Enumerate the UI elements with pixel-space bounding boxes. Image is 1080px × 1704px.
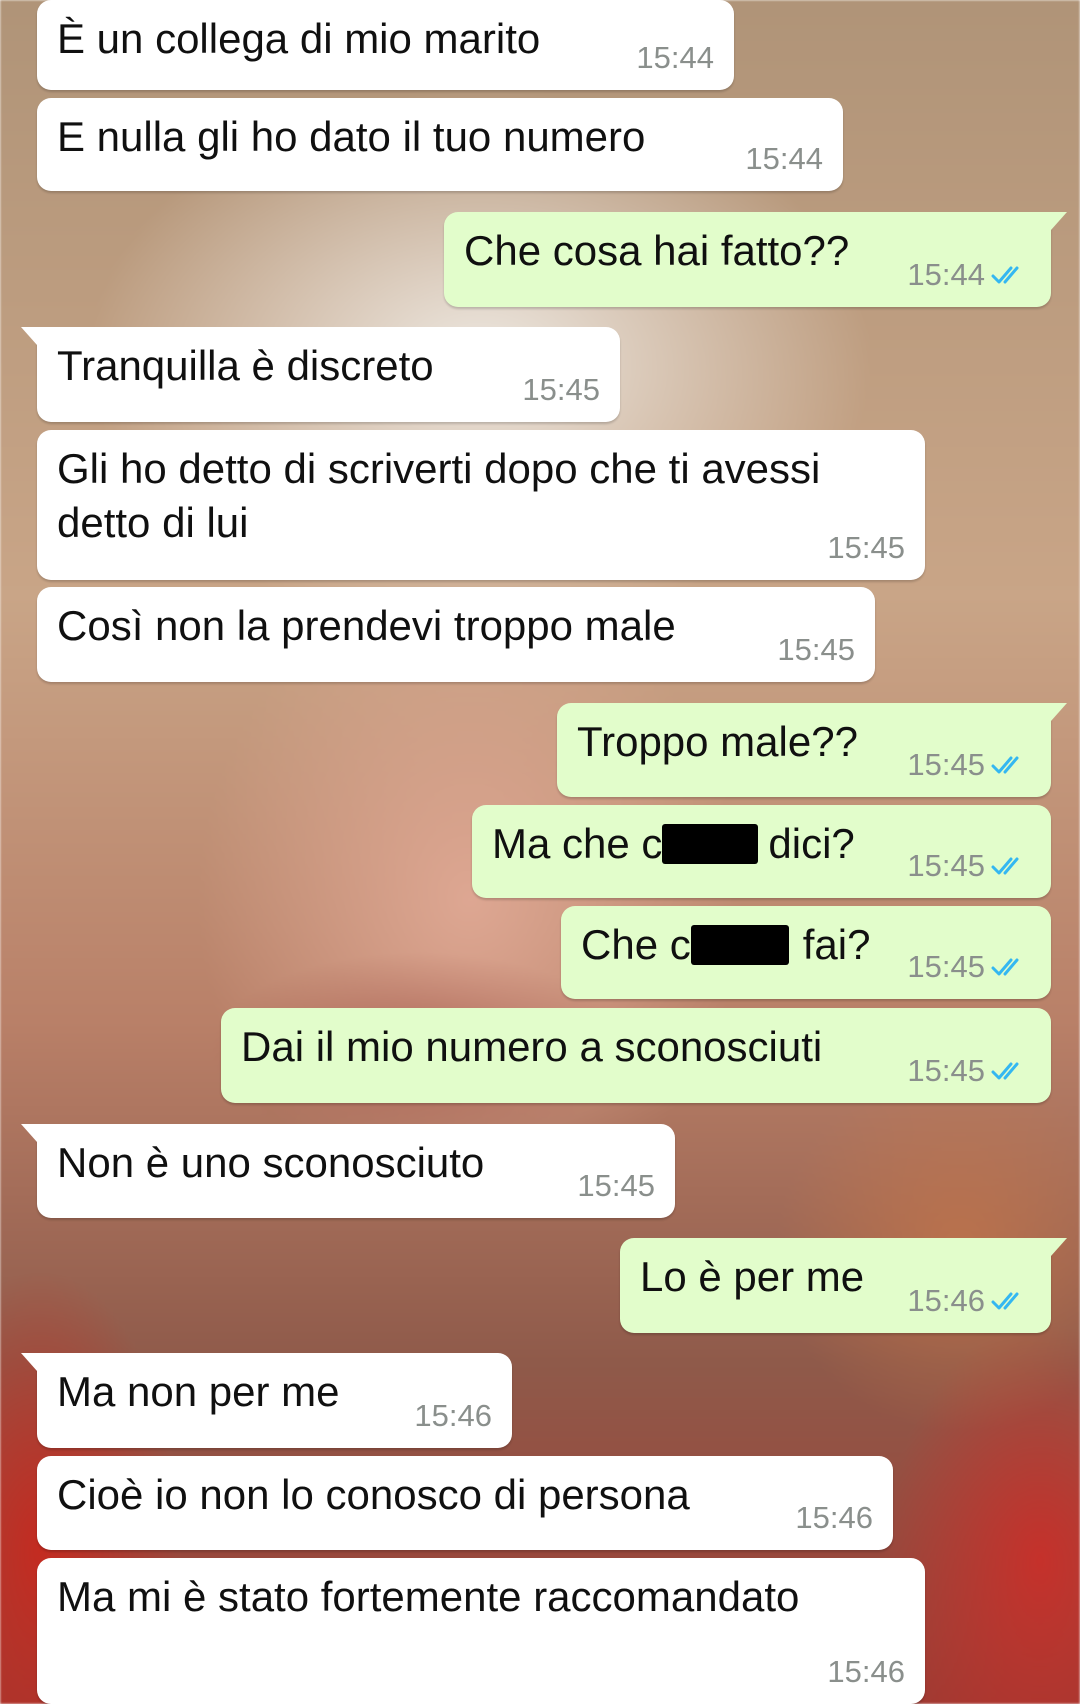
message-list[interactable]: È un collega di mio marito 15:44 E nulla… (0, 0, 1080, 1704)
message-time: 15:45 (907, 848, 985, 883)
message-text: Cioè io non lo conosco di persona (57, 1471, 690, 1518)
message-bubble-incoming[interactable]: Ma mi è stato fortemente raccomandato 15… (37, 1558, 925, 1704)
message-bubble-outgoing[interactable]: Che c fai? 15:45 (561, 906, 1051, 999)
message-bubble-incoming[interactable]: Non è uno sconosciuto 15:45 (21, 1124, 675, 1218)
double-check-icon (991, 857, 1019, 875)
message-bubble-incoming[interactable]: Gli ho detto di scriverti dopo che ti av… (37, 430, 925, 580)
message-time: 15:45 (907, 949, 985, 984)
message-text: Non è uno sconosciuto (57, 1139, 485, 1186)
message-time: 15:45 (827, 530, 905, 565)
message-bubble-incoming[interactable]: Cioè io non lo conosco di persona 15:46 (37, 1456, 893, 1550)
message-text: Lo è per me (640, 1253, 865, 1300)
double-check-icon (991, 266, 1019, 284)
message-text: Dai il mio numero a sconosciuti (241, 1023, 823, 1070)
message-time: 15:45 (522, 372, 600, 407)
message-text: È un collega di mio marito (57, 15, 541, 62)
message-bubble-incoming[interactable]: Così non la prendevi troppo male 15:45 (37, 587, 875, 682)
redaction-bar (662, 824, 759, 864)
message-time: 15:44 (745, 141, 823, 176)
message-text: Che cosa hai fatto?? (464, 227, 850, 274)
message-text: Ma che c (492, 820, 663, 867)
message-time: 15:45 (907, 1053, 985, 1088)
message-time: 15:45 (907, 747, 985, 782)
message-text: Che c (581, 921, 691, 968)
message-text: Ma mi è stato fortemente raccomandato (57, 1573, 800, 1620)
message-bubble-outgoing[interactable]: Dai il mio numero a sconosciuti 15:45 (221, 1008, 1051, 1103)
message-time: 15:46 (907, 1283, 985, 1318)
message-text-line: detto di lui (57, 499, 249, 546)
message-bubble-outgoing[interactable]: Ma che c dici? 15:45 (472, 805, 1051, 898)
double-check-icon (991, 1062, 1019, 1080)
double-check-icon (991, 1292, 1019, 1310)
message-text: dici? (768, 820, 855, 867)
redaction-bar (690, 925, 789, 965)
message-time: 15:46 (827, 1654, 905, 1689)
message-bubble-outgoing[interactable]: Troppo male?? 15:45 (557, 703, 1067, 797)
message-time: 15:45 (577, 1168, 655, 1203)
double-check-icon (991, 958, 1019, 976)
message-bubble-incoming[interactable]: È un collega di mio marito 15:44 (37, 0, 734, 90)
message-bubble-outgoing[interactable]: Che cosa hai fatto?? 15:44 (444, 212, 1067, 307)
message-time: 15:46 (414, 1398, 492, 1433)
message-text: Così non la prendevi troppo male (57, 602, 676, 649)
message-bubble-incoming[interactable]: Ma non per me 15:46 (21, 1353, 512, 1448)
double-check-icon (991, 756, 1019, 774)
message-bubble-outgoing[interactable]: Lo è per me 15:46 (620, 1238, 1067, 1333)
message-time: 15:45 (777, 632, 855, 667)
message-text: Tranquilla è discreto (57, 342, 434, 389)
message-bubble-incoming[interactable]: Tranquilla è discreto 15:45 (21, 327, 620, 422)
message-time: 15:44 (907, 257, 985, 292)
message-text-line: Gli ho detto di scriverti dopo che ti av… (57, 445, 821, 492)
message-time: 15:46 (795, 1500, 873, 1535)
message-time: 15:44 (636, 40, 714, 75)
message-text: E nulla gli ho dato il tuo numero (57, 113, 646, 160)
message-bubble-incoming[interactable]: E nulla gli ho dato il tuo numero 15:44 (37, 98, 843, 191)
message-text: Troppo male?? (577, 718, 858, 765)
message-text: Ma non per me (57, 1368, 340, 1415)
message-text: fai? (802, 921, 871, 968)
